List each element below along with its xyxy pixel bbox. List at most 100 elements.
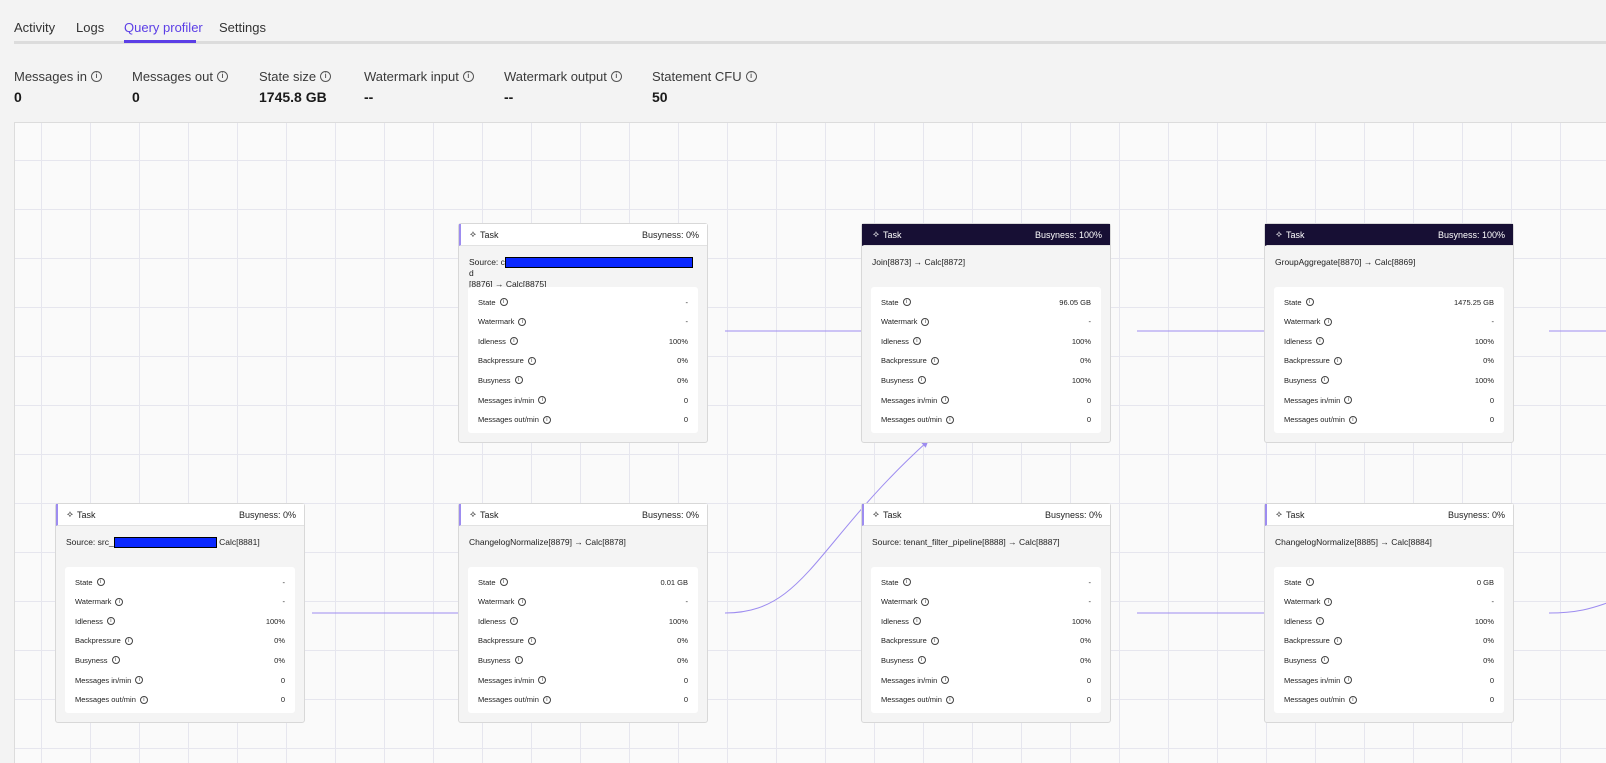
task-stat-label: Idleness bbox=[881, 616, 909, 626]
info-icon[interactable]: i bbox=[610, 71, 622, 82]
task-node[interactable]: ⟡ Task Busyness: 0% Source: cd [8876] → Ca… bbox=[458, 223, 708, 443]
task-stat-label: Busyness bbox=[478, 655, 511, 665]
info-icon[interactable]: i bbox=[1320, 376, 1329, 385]
task-node[interactable]: ⟡ Task Busyness: 100% Join[8873] → Calc[8… bbox=[861, 223, 1111, 443]
info-icon[interactable]: i bbox=[1324, 597, 1333, 606]
info-icon[interactable]: i bbox=[111, 656, 120, 665]
task-stat-label: Messages in/min bbox=[881, 675, 938, 685]
task-node[interactable]: ⟡ Task Busyness: 0% ChangelogNormalize[88… bbox=[1264, 503, 1514, 723]
info-icon[interactable]: i bbox=[921, 317, 930, 326]
info-icon[interactable]: i bbox=[917, 376, 926, 385]
task-stat-value: 0 bbox=[683, 675, 688, 685]
task-node-name-prefix: Source: src_ bbox=[66, 537, 114, 547]
task-node-title: Task bbox=[1285, 229, 1305, 240]
tab-activity[interactable]: Activity bbox=[14, 20, 55, 35]
info-icon[interactable]: i bbox=[941, 676, 950, 684]
task-stat-label: Messages out/min bbox=[478, 415, 539, 425]
task-stat-value: 0 bbox=[1489, 415, 1494, 425]
info-icon[interactable]: i bbox=[1320, 656, 1329, 665]
redaction-block bbox=[504, 257, 693, 269]
info-icon[interactable]: i bbox=[538, 396, 547, 404]
info-icon[interactable]: i bbox=[945, 695, 954, 704]
info-icon[interactable]: i bbox=[1344, 676, 1353, 684]
task-node-name-suffix: d bbox=[469, 268, 474, 279]
info-icon[interactable]: i bbox=[499, 298, 508, 306]
info-icon[interactable]: i bbox=[930, 356, 939, 365]
task-stat-value: 0.01 GB bbox=[660, 577, 688, 587]
info-icon[interactable]: i bbox=[902, 578, 911, 586]
metric-value: -- bbox=[504, 89, 514, 105]
task-stat-value: 100% bbox=[1071, 616, 1091, 626]
info-icon[interactable]: i bbox=[90, 71, 102, 82]
info-icon[interactable]: i bbox=[96, 578, 105, 586]
task-stat-row: Backpressure i 0% bbox=[478, 355, 688, 367]
query-graph-canvas[interactable]: ⟡ Task Busyness: 0% Source: cd [8876] → Ca… bbox=[14, 122, 1606, 763]
task-stat-row: Idleness i 100% bbox=[75, 615, 285, 627]
info-icon[interactable]: i bbox=[917, 656, 926, 665]
info-icon[interactable]: i bbox=[527, 356, 536, 365]
task-stat-label: Idleness bbox=[1284, 336, 1312, 346]
task-node-title: Task bbox=[76, 509, 96, 520]
task-node-name: GroupAggregate[8870] → Calc[8869] bbox=[1275, 257, 1416, 267]
info-icon[interactable]: i bbox=[1333, 636, 1342, 645]
info-icon[interactable]: i bbox=[1344, 396, 1353, 404]
info-icon[interactable]: i bbox=[945, 415, 954, 424]
info-icon[interactable]: i bbox=[115, 597, 124, 606]
task-stat-label: Messages in/min bbox=[1284, 395, 1341, 405]
task-stat-value: 0 bbox=[1086, 395, 1091, 405]
info-icon[interactable]: i bbox=[216, 71, 228, 82]
info-icon[interactable]: i bbox=[1348, 695, 1357, 704]
info-icon[interactable]: i bbox=[745, 71, 757, 82]
task-node[interactable]: ⟡ Task Busyness: 100% GroupAggregate[8870… bbox=[1264, 223, 1514, 443]
info-icon[interactable]: i bbox=[320, 71, 332, 82]
info-icon[interactable]: i bbox=[527, 636, 536, 645]
info-icon[interactable]: i bbox=[1305, 298, 1314, 306]
task-node[interactable]: ⟡ Task Busyness: 0% Source: tenant_filter… bbox=[861, 503, 1111, 723]
info-icon[interactable]: i bbox=[921, 597, 930, 606]
info-icon[interactable]: i bbox=[106, 617, 115, 626]
info-icon[interactable]: i bbox=[1348, 415, 1357, 424]
info-icon[interactable]: i bbox=[902, 298, 911, 306]
tab-query-profiler[interactable]: Query profiler bbox=[124, 20, 203, 35]
info-icon[interactable]: i bbox=[462, 71, 474, 82]
info-icon[interactable]: i bbox=[509, 617, 518, 626]
task-stat-row: Backpressure i 0% bbox=[881, 635, 1091, 647]
task-stat-row: State i 1475.25 GB bbox=[1284, 296, 1494, 308]
tab-settings[interactable]: Settings bbox=[219, 20, 266, 35]
info-icon[interactable]: i bbox=[514, 376, 523, 385]
info-icon[interactable]: i bbox=[542, 695, 551, 704]
task-stat-label: Watermark bbox=[478, 597, 515, 607]
info-icon[interactable]: i bbox=[542, 415, 551, 424]
task-stat-row: Watermark i - bbox=[478, 596, 688, 608]
info-icon[interactable]: i bbox=[1333, 356, 1342, 365]
task-stat-row: State i 0.01 GB bbox=[478, 576, 688, 588]
info-icon[interactable]: i bbox=[509, 337, 518, 346]
tab-logs[interactable]: Logs bbox=[76, 20, 104, 35]
task-stat-row: Idleness i 100% bbox=[478, 615, 688, 627]
task-stat-value: 0% bbox=[677, 636, 688, 646]
info-icon[interactable]: i bbox=[930, 636, 939, 645]
task-stat-row: Idleness i 100% bbox=[478, 335, 688, 347]
info-icon[interactable]: i bbox=[514, 656, 523, 665]
task-stat-value: 0 bbox=[1489, 695, 1494, 705]
task-icon: ⟡ bbox=[470, 229, 476, 239]
info-icon[interactable]: i bbox=[912, 617, 921, 626]
info-icon[interactable]: i bbox=[139, 695, 148, 704]
task-stat-value: - bbox=[282, 577, 286, 587]
info-icon[interactable]: i bbox=[518, 317, 527, 326]
info-icon[interactable]: i bbox=[941, 396, 950, 404]
task-stat-label: Backpressure bbox=[881, 636, 927, 646]
info-icon[interactable]: i bbox=[124, 636, 133, 645]
info-icon[interactable]: i bbox=[1305, 578, 1314, 586]
info-icon[interactable]: i bbox=[1315, 617, 1324, 626]
info-icon[interactable]: i bbox=[135, 676, 144, 684]
metric-value: -- bbox=[364, 89, 374, 105]
info-icon[interactable]: i bbox=[499, 578, 508, 586]
info-icon[interactable]: i bbox=[1324, 317, 1333, 326]
info-icon[interactable]: i bbox=[538, 676, 547, 684]
info-icon[interactable]: i bbox=[912, 337, 921, 346]
info-icon[interactable]: i bbox=[518, 597, 527, 606]
info-icon[interactable]: i bbox=[1315, 337, 1324, 346]
task-node[interactable]: ⟡ Task Busyness: 0% ChangelogNormalize[88… bbox=[458, 503, 708, 723]
task-node[interactable]: ⟡ Task Busyness: 0% Source: src_ Calc[888… bbox=[55, 503, 305, 723]
